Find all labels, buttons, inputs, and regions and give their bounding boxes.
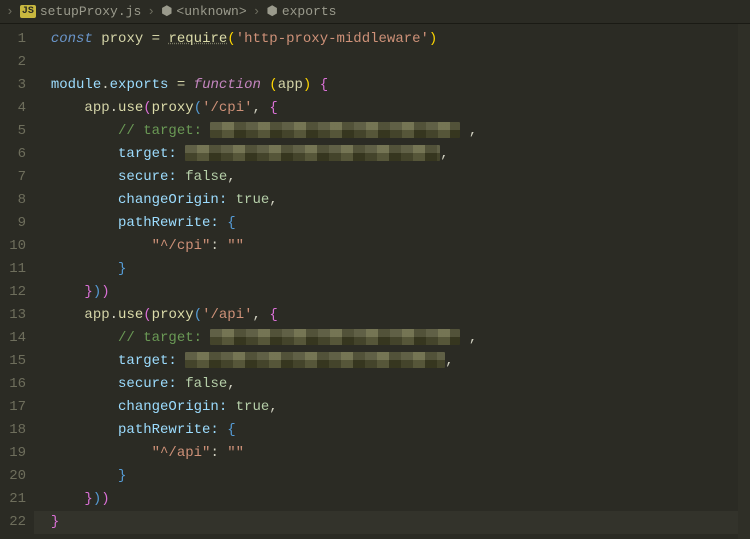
line-number: 9 [0, 212, 26, 235]
code-line: } [34, 258, 750, 281]
code-line: "^/cpi": "" [34, 235, 750, 258]
breadcrumb: › JS setupProxy.js › ⬢ <unknown> › ⬢ exp… [0, 0, 750, 24]
line-number: 7 [0, 166, 26, 189]
breadcrumb-symbol[interactable]: ⬢ exports [266, 4, 336, 19]
line-number: 22 [0, 511, 26, 534]
line-number: 3 [0, 74, 26, 97]
module-cube-icon: ⬢ [161, 4, 172, 19]
line-number: 16 [0, 373, 26, 396]
line-number: 21 [0, 488, 26, 511]
code-line: })) [34, 281, 750, 304]
line-number: 19 [0, 442, 26, 465]
breadcrumb-symbol-label: <unknown> [176, 4, 246, 19]
line-number: 15 [0, 350, 26, 373]
code-line: target: , [34, 143, 750, 166]
code-line: module.exports = function (app) { [34, 74, 750, 97]
code-line: // target: , [34, 327, 750, 350]
code-line: } [34, 511, 750, 534]
line-number: 5 [0, 120, 26, 143]
code-line: pathRewrite: { [34, 419, 750, 442]
breadcrumb-file-label: setupProxy.js [40, 4, 141, 19]
line-number: 2 [0, 51, 26, 74]
chevron-right-icon: › [253, 4, 261, 19]
code-body[interactable]: const proxy = require('http-proxy-middle… [34, 24, 750, 539]
code-line: app.use(proxy('/api', { [34, 304, 750, 327]
line-number: 8 [0, 189, 26, 212]
code-line: app.use(proxy('/cpi', { [34, 97, 750, 120]
code-line: const proxy = require('http-proxy-middle… [34, 28, 750, 51]
line-number: 13 [0, 304, 26, 327]
module-cube-icon: ⬢ [266, 4, 277, 19]
code-line: pathRewrite: { [34, 212, 750, 235]
breadcrumb-symbol[interactable]: ⬢ <unknown> [161, 4, 247, 19]
code-line: changeOrigin: true, [34, 396, 750, 419]
code-line: })) [34, 488, 750, 511]
code-line: changeOrigin: true, [34, 189, 750, 212]
line-number: 14 [0, 327, 26, 350]
line-number: 20 [0, 465, 26, 488]
line-number: 6 [0, 143, 26, 166]
breadcrumb-file[interactable]: JS setupProxy.js [20, 4, 141, 19]
line-number: 11 [0, 258, 26, 281]
js-file-icon: JS [20, 5, 36, 18]
chevron-right-icon: › [6, 4, 14, 19]
code-line: "^/api": "" [34, 442, 750, 465]
line-number: 4 [0, 97, 26, 120]
code-line: target: , [34, 350, 750, 373]
code-editor[interactable]: 1 2 3 4 5 6 7 8 9 10 11 12 13 14 15 16 1… [0, 24, 750, 539]
line-number: 18 [0, 419, 26, 442]
code-line: } [34, 465, 750, 488]
code-line [34, 51, 750, 74]
chevron-right-icon: › [147, 4, 155, 19]
scrollbar-track[interactable] [738, 24, 750, 539]
line-number: 1 [0, 28, 26, 51]
line-number: 12 [0, 281, 26, 304]
line-number: 17 [0, 396, 26, 419]
code-line: secure: false, [34, 373, 750, 396]
breadcrumb-symbol-label: exports [282, 4, 337, 19]
line-number: 10 [0, 235, 26, 258]
code-line: // target: , [34, 120, 750, 143]
line-number-gutter: 1 2 3 4 5 6 7 8 9 10 11 12 13 14 15 16 1… [0, 24, 34, 539]
code-line: secure: false, [34, 166, 750, 189]
